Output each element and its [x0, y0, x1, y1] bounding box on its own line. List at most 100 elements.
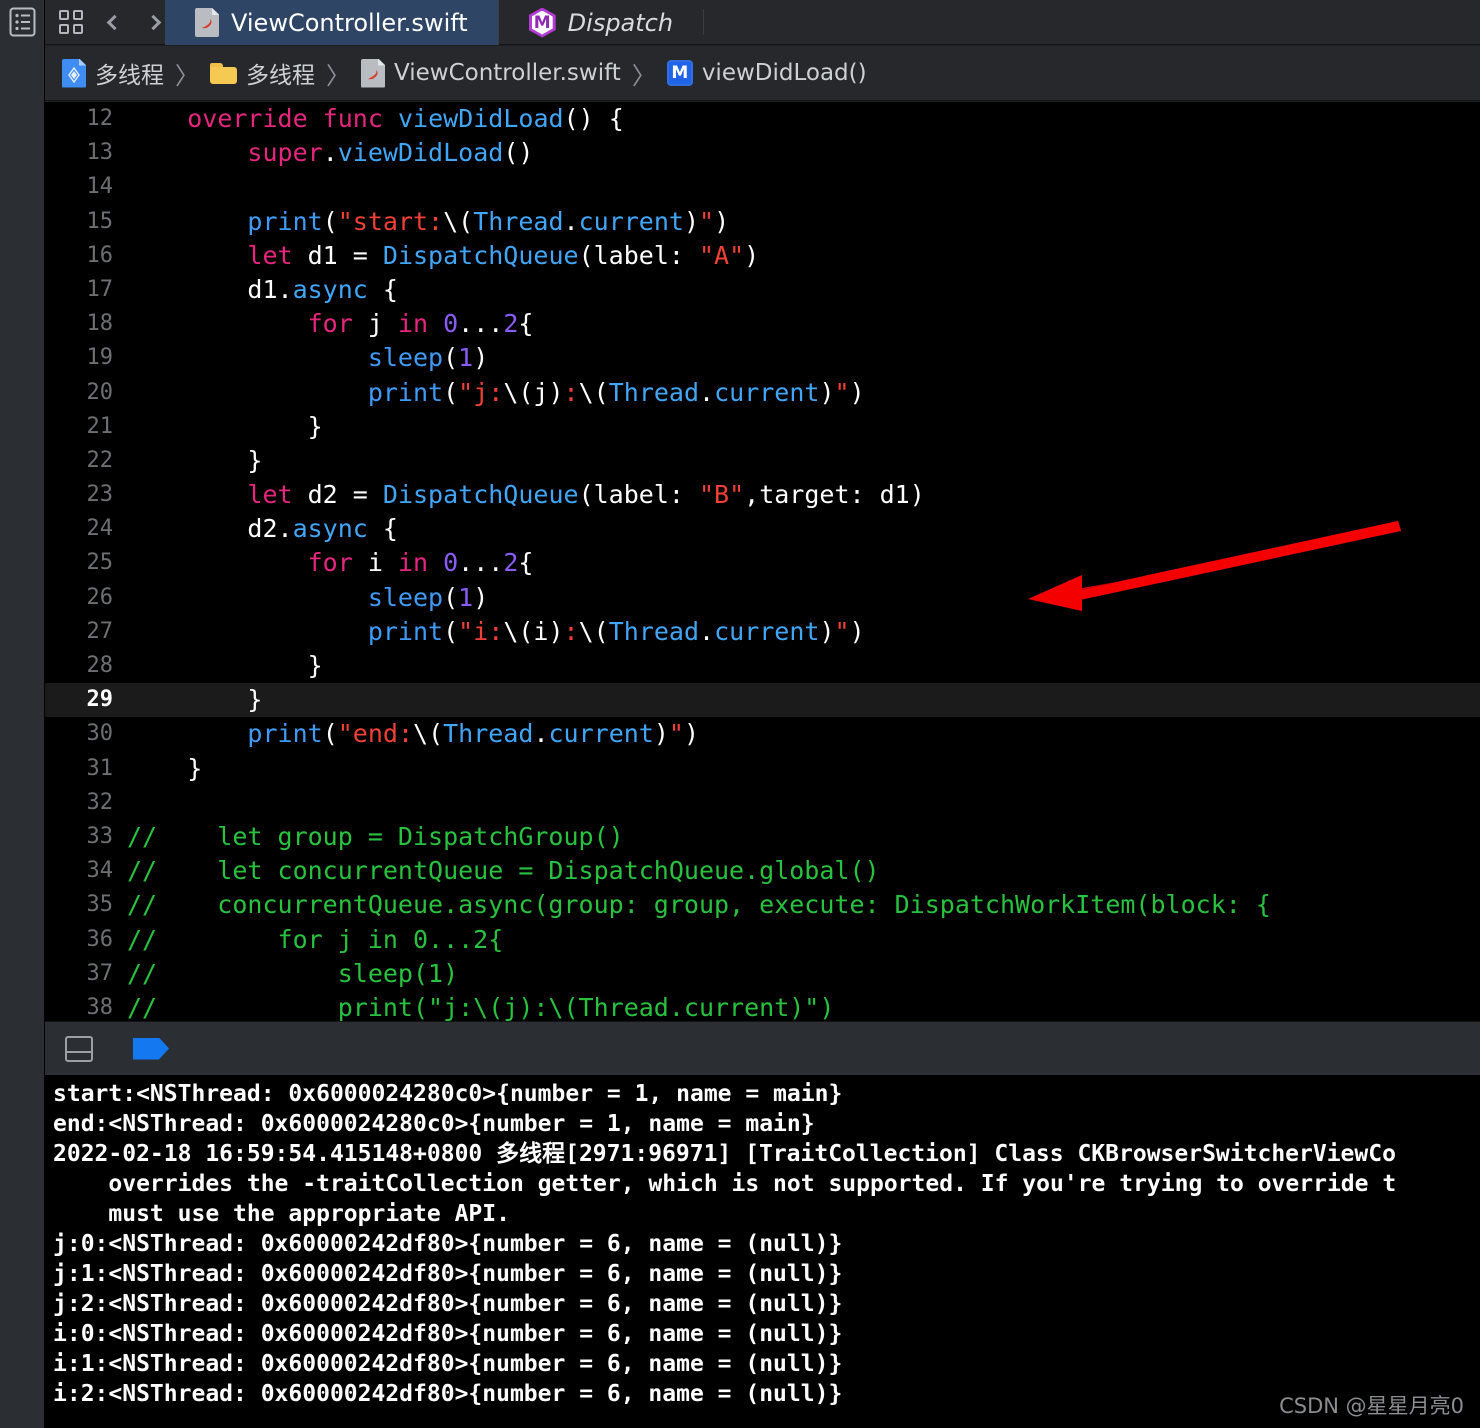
line-number: 28 [86, 653, 114, 678]
line-number: 18 [86, 311, 114, 337]
code-line[interactable]: 32 [45, 786, 1480, 820]
line-source: print("j:\(j):\(Thread.current)") [367, 377, 865, 407]
console-line: j:0:<NSThread: 0x60000242df80>{number = … [53, 1231, 843, 1257]
code-line[interactable]: 29 } [45, 683, 1480, 718]
line-number: 16 [86, 242, 114, 268]
line-number: 14 [86, 174, 114, 200]
code-line[interactable]: 27 print("i:\(i):\(Thread.current)") [45, 615, 1480, 649]
breadcrumb-label: viewDidLoad() [701, 60, 867, 86]
breadcrumb-separator: 〉 [326, 61, 350, 90]
code-line[interactable]: 33 // let group = DispatchGroup() [45, 820, 1480, 854]
line-number: 29 [86, 687, 114, 713]
code-line[interactable]: 28 } [45, 649, 1480, 683]
line-number: 15 [86, 208, 114, 234]
chevron-right-icon[interactable] [145, 14, 162, 30]
line-number: 13 [86, 140, 114, 166]
breadcrumb-item-method[interactable]: M viewDidLoad() [666, 60, 867, 86]
code-line[interactable]: 31 } [45, 752, 1480, 786]
breadcrumb-label: ViewController.swift [394, 60, 621, 86]
console-line: i:0:<NSThread: 0x60000242df80>{number = … [53, 1321, 843, 1347]
code-line[interactable]: 36 // for j in 0...2{ [45, 923, 1480, 957]
line-number: 17 [86, 276, 114, 302]
code-line[interactable]: 26 sleep(1) [45, 581, 1480, 615]
line-source: print("i:\(i):\(Thread.current)") [367, 616, 865, 646]
code-line[interactable]: 24 d2.async { [45, 512, 1480, 546]
breadcrumb-label: 多线程 [246, 63, 315, 89]
swift-file-icon [361, 58, 385, 88]
code-line[interactable]: 19 sleep(1) [45, 341, 1480, 375]
line-source: super.viewDidLoad() [247, 138, 534, 168]
code-line[interactable]: 22 } [45, 444, 1480, 478]
code-line[interactable]: 13 super.viewDidLoad() [45, 136, 1480, 170]
breadcrumb-separator: 〉 [631, 61, 656, 90]
code-line[interactable]: 21 } [45, 410, 1480, 444]
method-m-badge: M [666, 60, 693, 86]
console-line: overrides the -traitCollection getter, w… [53, 1171, 1397, 1197]
line-number: 36 [86, 926, 114, 952]
code-line[interactable]: 25 for i in 0...2{ [45, 546, 1480, 580]
debug-toolbar [45, 1021, 1480, 1075]
code-line[interactable]: 16 let d1 = DispatchQueue(label: "A") [45, 239, 1480, 273]
line-number: 27 [86, 618, 114, 644]
code-line[interactable]: 37 // sleep(1) [45, 957, 1480, 991]
line-number: 32 [86, 789, 114, 815]
breadcrumb-item-project[interactable]: 多线程 [62, 56, 164, 90]
tab-dispatch[interactable]: M Dispatch [497, 0, 703, 45]
line-number: 31 [86, 755, 114, 781]
line-source: sleep(1) [367, 343, 489, 373]
folder-icon [210, 62, 237, 84]
line-source: } [127, 651, 323, 680]
swift-file-icon [195, 8, 219, 37]
console-line: j:1:<NSThread: 0x60000242df80>{number = … [53, 1261, 843, 1287]
tab-label: ViewController.swift [231, 8, 468, 37]
code-line[interactable]: 35 // concurrentQueue.async(group: group,… [45, 888, 1480, 922]
line-number: 19 [86, 345, 114, 371]
split-pane-icon[interactable] [65, 1035, 93, 1062]
console-output[interactable]: start:<NSThread: 0x6000024280c0>{number … [45, 1075, 1480, 1428]
line-source: } [127, 411, 323, 441]
breadcrumb-item-file[interactable]: ViewController.swift [361, 58, 621, 88]
line-source: } [127, 685, 263, 715]
line-source: // sleep(1) [127, 958, 459, 988]
code-line[interactable]: 17 d1.async { [45, 273, 1480, 307]
line-number: 22 [86, 447, 114, 473]
line-source [127, 170, 1480, 204]
line-number: 26 [86, 584, 114, 610]
code-line[interactable]: 38 // print("j:\(j):\(Thread.current)") [45, 991, 1480, 1021]
source-editor[interactable]: 12 override func viewDidLoad() {13 super… [45, 102, 1480, 1021]
code-line[interactable]: 12 override func viewDidLoad() { [45, 102, 1480, 136]
line-source: sleep(1) [367, 582, 489, 612]
console-line: i:2:<NSThread: 0x60000242df80>{number = … [53, 1381, 843, 1407]
line-source: // print("j:\(j):\(Thread.current)") [127, 992, 835, 1021]
code-line[interactable]: 20 print("j:\(j):\(Thread.current)") [45, 376, 1480, 410]
tab-viewcontroller-swift[interactable]: ViewController.swift [165, 0, 498, 45]
breadcrumb-item-folder[interactable]: 多线程 [210, 56, 315, 90]
grid-tabs-icon[interactable] [59, 9, 85, 35]
console-line: 2022-02-18 16:59:54.415148+0800 多线程[2971… [53, 1141, 1396, 1167]
console-line: j:2:<NSThread: 0x60000242df80>{number = … [53, 1291, 843, 1317]
line-number: 35 [86, 892, 114, 918]
line-source: for i in 0...2{ [307, 548, 534, 578]
code-line[interactable]: 18 for j in 0...2{ [45, 307, 1480, 341]
console-line: start:<NSThread: 0x6000024280c0>{number … [53, 1081, 843, 1107]
code-line[interactable]: 15 print("start:\(Thread.current)") [45, 205, 1480, 239]
line-number: 24 [86, 516, 114, 542]
filter-flag-icon[interactable] [133, 1037, 169, 1060]
code-line[interactable]: 14 [45, 170, 1480, 204]
left-rail [0, 0, 45, 1428]
line-number: 23 [86, 482, 114, 508]
code-line[interactable]: 23 let d2 = DispatchQueue(label: "B",tar… [45, 478, 1480, 512]
code-line[interactable]: 34 // let concurrentQueue = DispatchQueue… [45, 854, 1480, 888]
navigator-list-icon[interactable] [9, 7, 36, 37]
line-source: } [127, 753, 203, 783]
line-source: // for j in 0...2{ [127, 924, 504, 954]
chevron-left-icon[interactable] [106, 14, 123, 30]
line-number: 34 [86, 858, 114, 884]
code-line[interactable]: 30 print("end:\(Thread.current)") [45, 717, 1480, 751]
line-source: // let concurrentQueue = DispatchQueue.g… [127, 856, 880, 886]
breadcrumb-label: 多线程 [95, 63, 164, 89]
xcode-project-icon [62, 58, 86, 88]
line-source: override func viewDidLoad() { [187, 104, 624, 133]
line-number: 25 [86, 550, 114, 576]
editor-tab-bar: ViewController.swift M Dispatch [45, 0, 1480, 45]
